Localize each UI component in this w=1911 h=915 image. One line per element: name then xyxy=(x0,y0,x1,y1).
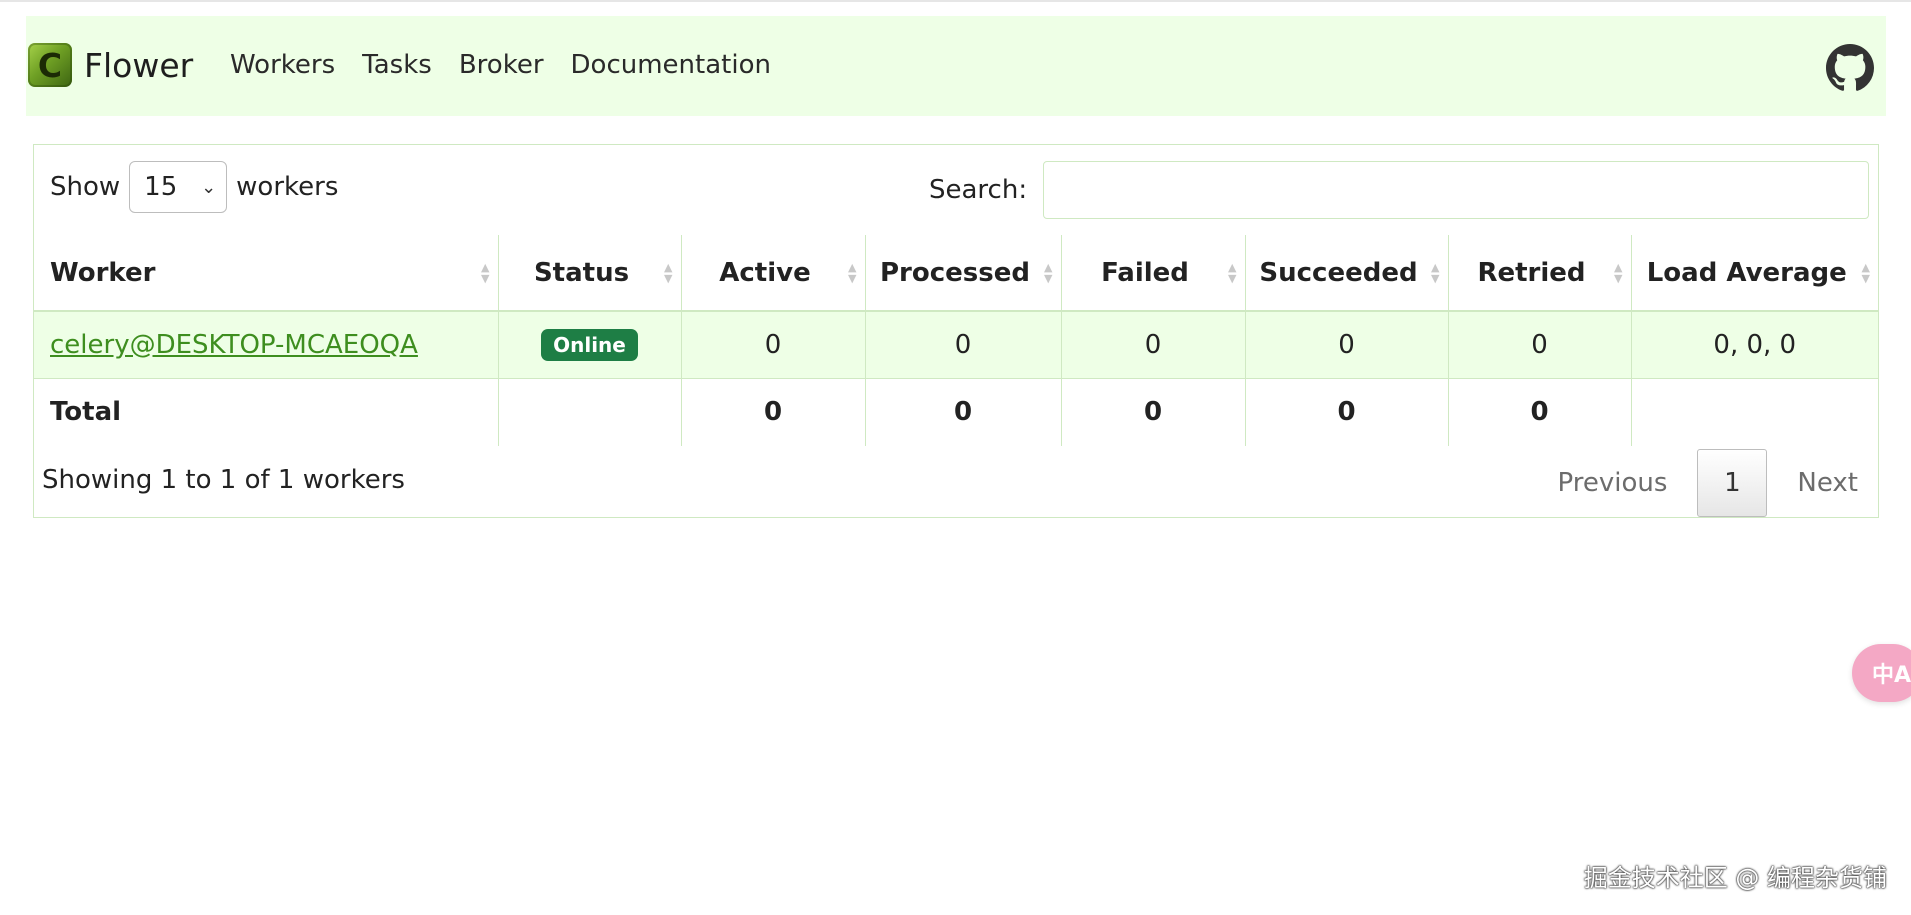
search-input[interactable] xyxy=(1043,161,1870,219)
github-icon[interactable] xyxy=(1826,44,1874,92)
page-button-current[interactable]: 1 xyxy=(1697,449,1768,517)
cell-load-average: 0, 0, 0 xyxy=(1631,311,1878,379)
column-header-succeeded[interactable]: Succeeded ▲ ▼ xyxy=(1245,235,1449,312)
sort-icon: ▲ ▼ xyxy=(1044,260,1053,285)
column-header-label: Active xyxy=(719,257,811,288)
total-succeeded: 0 xyxy=(1245,378,1449,446)
sort-icon: ▲ ▼ xyxy=(1431,260,1440,285)
nav-link-broker[interactable]: Broker xyxy=(459,50,544,80)
cell-worker: celery@DESKTOP-MCAEOQA xyxy=(34,311,499,379)
total-status-empty xyxy=(498,378,682,446)
table-row: celery@DESKTOP-MCAEOQA Online 0 0 0 0 0 … xyxy=(34,311,1878,379)
nav-link-tasks[interactable]: Tasks xyxy=(362,50,432,80)
search-label: Search: xyxy=(929,175,1028,205)
column-header-label: Worker xyxy=(50,257,156,288)
column-header-retried[interactable]: Retried ▲ ▼ xyxy=(1448,235,1632,312)
cell-succeeded: 0 xyxy=(1245,311,1449,379)
page-size-select[interactable]: 15 ⌄ xyxy=(129,161,228,213)
workers-panel: Show 15 ⌄ workers Search: Worker ▲ ▼ Statu… xyxy=(33,144,1879,518)
brand-name: Flower xyxy=(84,45,194,85)
page-size-value: 15 xyxy=(144,172,178,202)
cell-status: Online xyxy=(498,311,682,379)
show-suffix: workers xyxy=(236,172,339,202)
column-header-label: Load Average xyxy=(1646,257,1847,288)
page-size-control: Show 15 ⌄ workers xyxy=(50,161,338,213)
column-header-failed[interactable]: Failed ▲ ▼ xyxy=(1061,235,1246,312)
column-header-label: Failed xyxy=(1101,257,1189,288)
sort-icon: ▲ ▼ xyxy=(1861,260,1870,285)
cell-processed: 0 xyxy=(865,311,1062,379)
show-label: Show xyxy=(50,172,121,202)
sort-icon: ▲ ▼ xyxy=(481,260,490,285)
status-badge: Online xyxy=(541,328,638,361)
column-header-label: Succeeded xyxy=(1259,257,1418,288)
worker-link[interactable]: celery@DESKTOP-MCAEOQA xyxy=(50,330,418,360)
column-header-worker[interactable]: Worker ▲ ▼ xyxy=(34,235,499,312)
watermark: 掘金技术社区 @ 编程杂货铺 xyxy=(1583,864,1887,892)
cell-failed: 0 xyxy=(1061,311,1246,379)
column-header-processed[interactable]: Processed ▲ ▼ xyxy=(865,235,1062,312)
column-header-label: Status xyxy=(533,257,630,288)
sort-icon: ▲ ▼ xyxy=(664,260,673,285)
nav-link-workers[interactable]: Workers xyxy=(230,50,335,80)
total-row: Total 0 0 0 0 0 xyxy=(34,378,1878,446)
total-label: Total xyxy=(34,378,499,446)
column-header-status[interactable]: Status ▲ ▼ xyxy=(498,235,682,312)
previous-page-button[interactable]: Previous xyxy=(1558,468,1668,498)
navbar: C Flower Workers Tasks Broker Documentat… xyxy=(26,16,1886,116)
sort-icon: ▲ ▼ xyxy=(1614,260,1623,285)
nav-link-documentation[interactable]: Documentation xyxy=(571,50,771,80)
sort-icon: ▲ ▼ xyxy=(1228,260,1237,285)
sort-icon: ▲ ▼ xyxy=(848,260,857,285)
chevron-down-icon: ⌄ xyxy=(201,176,217,198)
total-failed: 0 xyxy=(1061,378,1246,446)
table-header-row: Worker ▲ ▼ Status ▲ ▼ Active ▲ ▼ Processed ▲ ▼ F… xyxy=(34,235,1878,312)
total-load-average-empty xyxy=(1631,378,1878,446)
column-header-label: Processed xyxy=(880,257,1030,288)
nav-links: Workers Tasks Broker Documentation xyxy=(230,50,798,80)
next-page-button[interactable]: Next xyxy=(1797,468,1858,498)
window-top-border xyxy=(0,0,1911,2)
column-header-label: Retried xyxy=(1477,257,1586,288)
cell-retried: 0 xyxy=(1448,311,1632,379)
pagination: Previous 1 Next xyxy=(1558,449,1858,517)
brand[interactable]: C Flower xyxy=(28,43,193,87)
celery-logo-icon: C xyxy=(28,43,72,87)
total-active: 0 xyxy=(681,378,866,446)
table-info: Showing 1 to 1 of 1 workers xyxy=(42,465,405,495)
column-header-load-average[interactable]: Load Average ▲ ▼ xyxy=(1631,235,1878,312)
translate-button[interactable]: 中A xyxy=(1852,644,1911,702)
total-processed: 0 xyxy=(865,378,1062,446)
translate-icon: 中A xyxy=(1872,663,1911,688)
workers-table: Worker ▲ ▼ Status ▲ ▼ Active ▲ ▼ Processed ▲ ▼ F… xyxy=(34,235,1878,446)
total-retried: 0 xyxy=(1448,378,1632,446)
search-control: Search: xyxy=(929,161,1870,219)
logo-letter: C xyxy=(37,45,63,85)
cell-active: 0 xyxy=(681,311,866,379)
column-header-active[interactable]: Active ▲ ▼ xyxy=(681,235,866,312)
